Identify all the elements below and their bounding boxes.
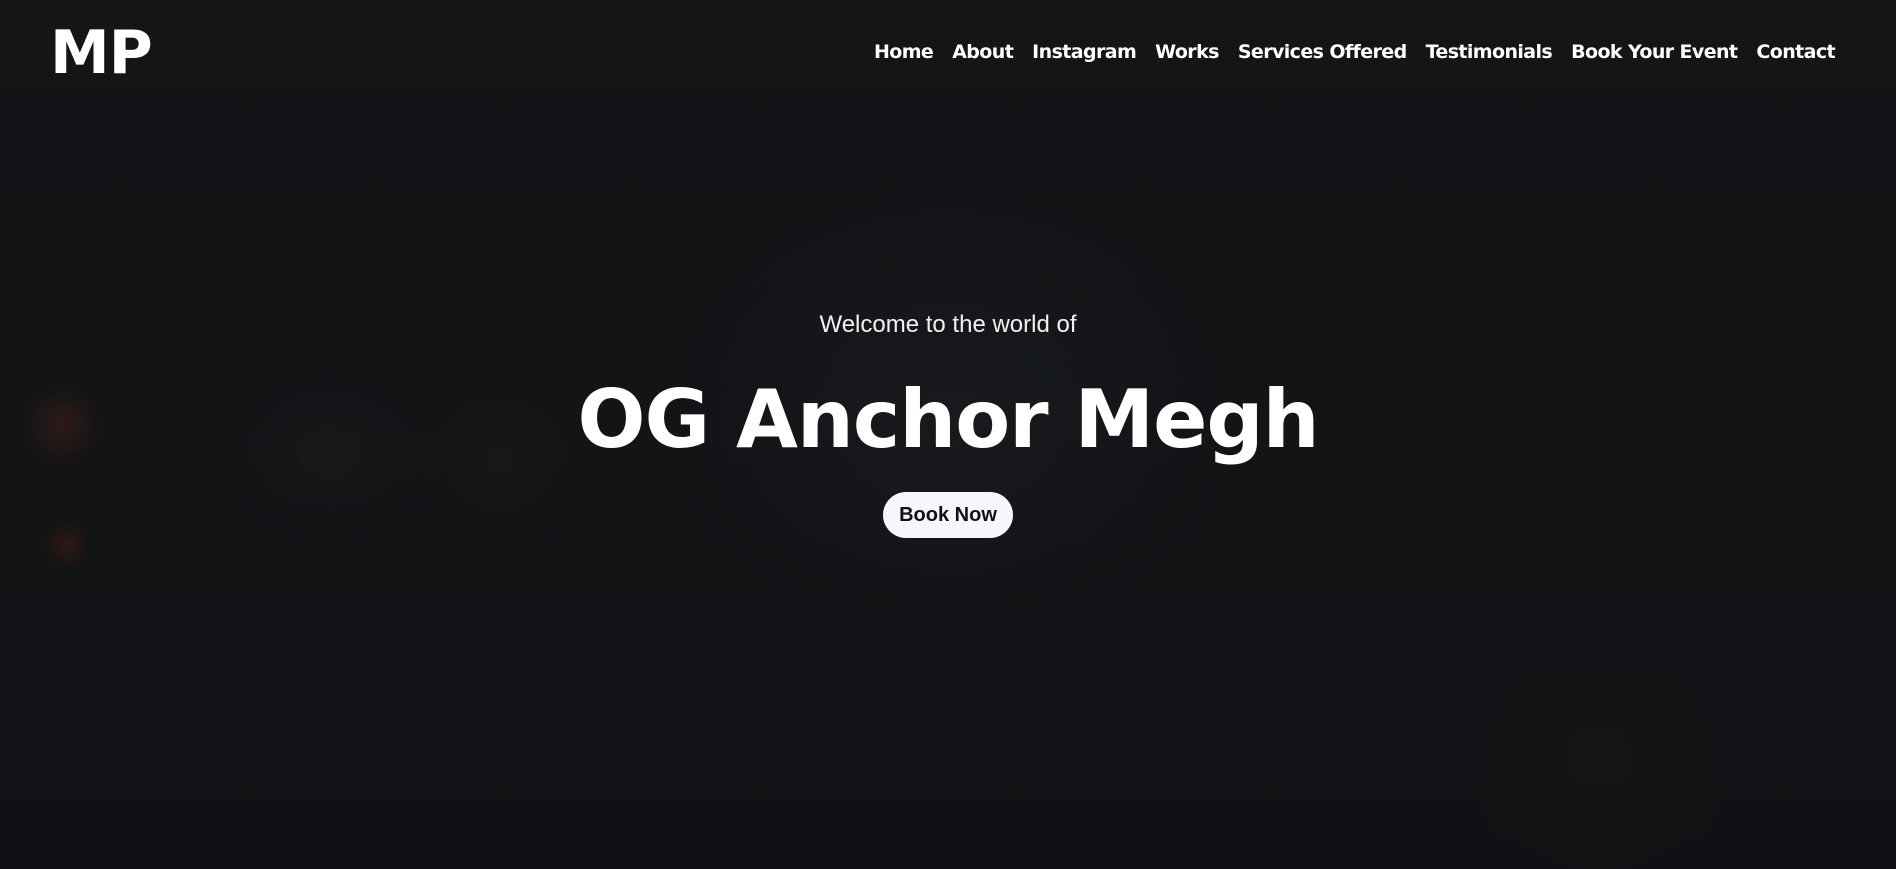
nav-item-book-your-event[interactable]: Book Your Event [1571, 38, 1738, 66]
hero-subtitle: Welcome to the world of [819, 311, 1077, 338]
nav-item-services-offered[interactable]: Services Offered [1238, 38, 1407, 66]
nav-item-works[interactable]: Works [1155, 38, 1219, 66]
nav-item-testimonials[interactable]: Testimonials [1426, 38, 1553, 66]
site-logo[interactable]: MP [50, 18, 153, 88]
nav-item-home[interactable]: Home [874, 38, 934, 66]
book-now-button[interactable]: Book Now [883, 492, 1013, 538]
nav-item-about[interactable]: About [952, 38, 1014, 66]
main-nav: Home About Instagram Works Services Offe… [874, 38, 1836, 66]
hero-section: MP Home About Instagram Works Services O… [0, 0, 1896, 869]
hero-title: OG Anchor Megh [577, 373, 1319, 466]
hero-content: Welcome to the world of OG Anchor Megh B… [0, 310, 1896, 538]
nav-item-instagram[interactable]: Instagram [1032, 38, 1137, 66]
nav-item-contact[interactable]: Contact [1756, 38, 1835, 66]
